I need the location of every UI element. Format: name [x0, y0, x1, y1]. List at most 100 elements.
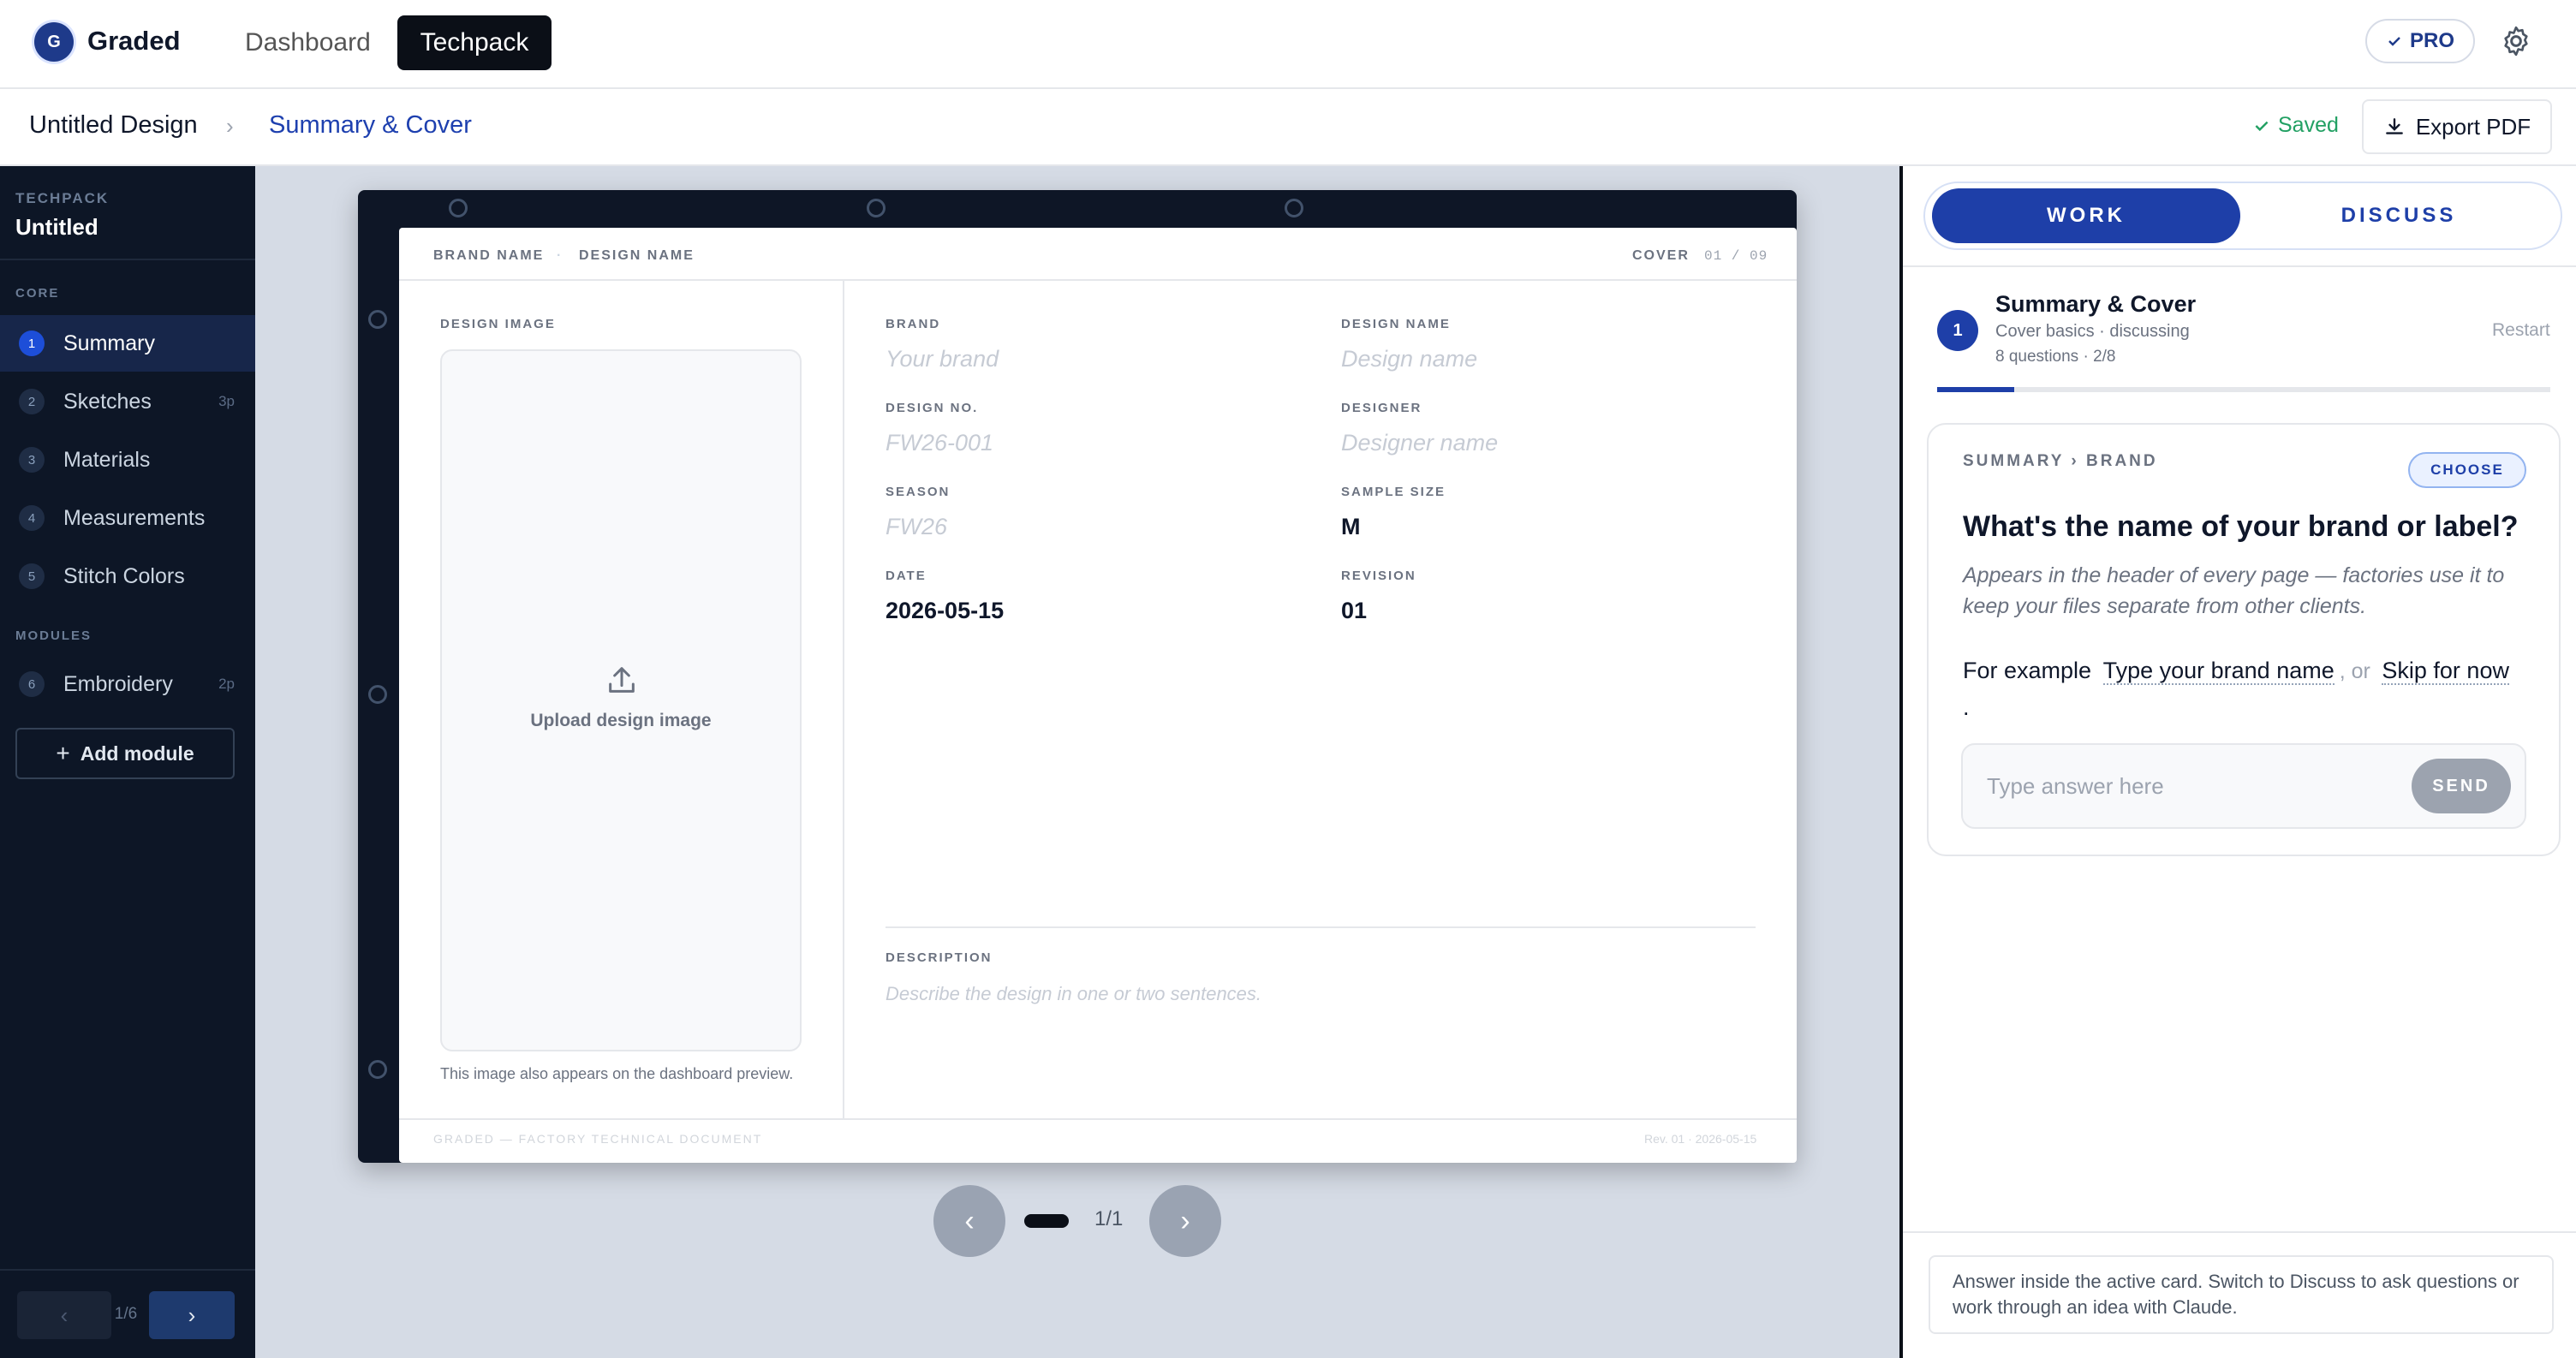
binder-ring — [867, 199, 886, 217]
page-indicator-dot[interactable] — [1024, 1214, 1069, 1228]
chevron-left-icon: ‹ — [964, 1204, 975, 1237]
doc-brand-name: BRAND NAME — [433, 248, 545, 263]
sidebar-item-embroidery[interactable]: 6 Embroidery 2p — [0, 656, 255, 712]
doc-footer-divider — [399, 1118, 1797, 1120]
binder-ring — [368, 1060, 387, 1079]
nav-techpack[interactable]: Techpack — [397, 15, 552, 70]
step-number-badge: 1 — [1937, 310, 1978, 351]
upload-label: Upload design image — [530, 711, 712, 730]
designer-field[interactable]: Designer name — [1341, 430, 1498, 456]
export-label: Export PDF — [2415, 113, 2531, 140]
page-count-badge: 3p — [218, 393, 235, 409]
page-prev-button[interactable]: ‹ — [933, 1185, 1005, 1257]
season-label: SEASON — [886, 485, 951, 499]
core-label: CORE — [15, 286, 60, 301]
upload-design-image-dropzone[interactable] — [440, 349, 802, 1051]
example-prefix: For example — [1963, 658, 2092, 683]
question-breadcrumb: SUMMARY › BRAND — [1963, 452, 2158, 470]
binder-ring — [368, 685, 387, 704]
brand-label: BRAND — [886, 317, 941, 331]
check-icon — [2255, 121, 2269, 131]
sidebar-item-label: Measurements — [63, 505, 206, 530]
step-number: 6 — [19, 671, 45, 697]
sidebar-item-stitch-colors[interactable]: 5 Stitch Colors — [0, 548, 255, 605]
pro-badge[interactable]: PRO — [2365, 19, 2475, 63]
date-label: DATE — [886, 569, 927, 583]
add-module-button[interactable]: + Add module — [15, 728, 235, 779]
sidebar-item-measurements[interactable]: 4 Measurements — [0, 490, 255, 546]
pro-label: PRO — [2409, 29, 2454, 52]
chevron-right-icon: › — [188, 1301, 196, 1328]
doc-column-divider — [843, 281, 844, 1120]
option-type-brand-name[interactable]: Type your brand name — [2102, 658, 2334, 685]
logo-icon[interactable]: G — [34, 22, 74, 62]
question-title: What's the name of your brand or label? — [1963, 510, 2519, 543]
sidebar-divider — [0, 259, 255, 260]
panel-footer-divider — [1903, 1231, 2576, 1233]
check-icon — [2388, 37, 2400, 46]
saved-label: Saved — [2278, 113, 2339, 137]
sidebar-prev-button[interactable]: ‹ — [17, 1291, 111, 1339]
revision-label: REVISION — [1341, 569, 1416, 583]
design-name-label: DESIGN NAME — [1341, 317, 1451, 331]
step-title: Summary & Cover — [1995, 291, 2197, 317]
revision-field[interactable]: 01 — [1341, 598, 1367, 624]
sidebar-item-label: Stitch Colors — [63, 563, 185, 588]
image-note: This image also appears on the dashboard… — [440, 1065, 794, 1082]
example-period: . — [1963, 694, 1970, 720]
doc-separator-dot: · — [557, 248, 564, 263]
sidebar-item-label: Materials — [63, 447, 151, 472]
chevron-left-icon: ‹ — [60, 1301, 69, 1328]
question-examples: For example Type your brand name, or Ski… — [1963, 652, 2545, 725]
modules-label: MODULES — [15, 628, 92, 643]
gear-icon[interactable] — [2499, 24, 2533, 58]
design-no-field[interactable]: FW26-001 — [886, 430, 993, 456]
doc-header-divider — [399, 279, 1797, 281]
sidebar-item-sketches[interactable]: 2 Sketches 3p — [0, 373, 255, 430]
binder-ring — [1285, 199, 1303, 217]
breadcrumb-section[interactable]: Summary & Cover — [269, 111, 472, 140]
date-field[interactable]: 2026-05-15 — [886, 598, 1004, 624]
restart-button[interactable]: Restart — [2492, 320, 2550, 341]
brand-field[interactable]: Your brand — [886, 346, 999, 372]
design-no-label: DESIGN NO. — [886, 401, 979, 415]
send-button[interactable]: SEND — [2412, 759, 2511, 813]
sidebar-item-label: Embroidery — [63, 671, 173, 696]
step-subtitle: Cover basics · discussing — [1995, 322, 2190, 341]
sample-size-field[interactable]: M — [1341, 514, 1361, 540]
description-label: DESCRIPTION — [886, 950, 993, 965]
step-meta: 8 questions · 2/8 — [1995, 348, 2116, 366]
design-name-field[interactable]: Design name — [1341, 346, 1477, 372]
step-number: 3 — [19, 447, 45, 473]
saved-status: Saved — [2252, 113, 2339, 138]
tab-work[interactable]: WORK — [1932, 188, 2240, 243]
sidebar-item-materials[interactable]: 3 Materials — [0, 432, 255, 488]
breadcrumb-design[interactable]: Untitled Design — [29, 111, 198, 140]
sidebar-item-label: Summary — [63, 331, 155, 355]
binder-ring — [449, 199, 468, 217]
sidebar-page-indicator: 1/6 — [114, 1305, 138, 1323]
page-indicator-text: 1/1 — [1094, 1207, 1124, 1230]
description-field[interactable]: Describe the design in one or two senten… — [886, 983, 1261, 1005]
question-description: Appears in the header of every page — fa… — [1963, 563, 2505, 618]
panel-divider — [1903, 265, 2576, 267]
nav-dashboard[interactable]: Dashboard — [226, 15, 390, 70]
sidebar-item-summary[interactable]: 1 Summary — [0, 315, 255, 372]
page-next-button[interactable]: › — [1149, 1185, 1221, 1257]
design-image-label: DESIGN IMAGE — [440, 317, 556, 331]
answer-input[interactable] — [1987, 767, 2398, 805]
step-progress-track — [1937, 387, 2550, 392]
page-count-badge: 2p — [218, 676, 235, 692]
choose-badge[interactable]: CHOOSE — [2408, 452, 2526, 488]
sample-size-label: SAMPLE SIZE — [1341, 485, 1446, 499]
sidebar-footer-divider — [0, 1269, 255, 1271]
sidebar-next-button[interactable]: › — [149, 1291, 235, 1339]
export-pdf-button[interactable]: Export PDF — [2362, 99, 2552, 154]
chevron-right-icon: › — [226, 113, 234, 139]
option-skip-for-now[interactable]: Skip for now — [2382, 658, 2509, 685]
techpack-label: TECHPACK — [15, 190, 110, 206]
doc-design-name: DESIGN NAME — [579, 248, 695, 263]
app-name[interactable]: Graded — [87, 26, 181, 57]
tab-discuss[interactable]: DISCUSS — [2240, 188, 2557, 243]
season-field[interactable]: FW26 — [886, 514, 947, 540]
